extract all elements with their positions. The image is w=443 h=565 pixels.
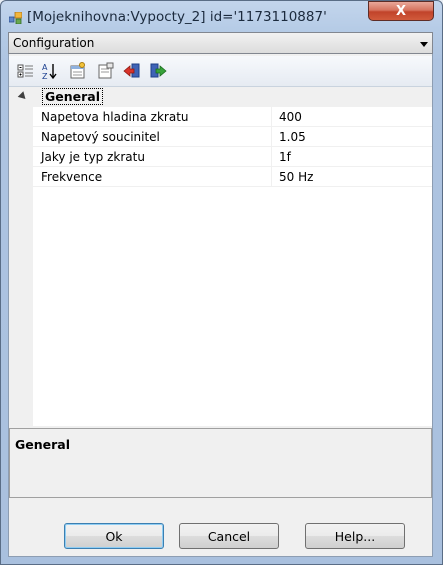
description-title: General — [15, 437, 70, 452]
category-label: General — [42, 88, 103, 105]
property-value-cell[interactable]: 1f — [272, 147, 432, 167]
property-value-cell[interactable]: 400 — [272, 107, 432, 127]
categorized-button[interactable] — [15, 61, 37, 81]
export-button[interactable] — [147, 61, 169, 81]
property-row[interactable]: Jaky je typ zkratu 1f — [9, 147, 432, 167]
cancel-button-label: Cancel — [207, 528, 251, 544]
property-value: 1f — [279, 150, 291, 164]
property-name-cell: Napetova hladina zkratu — [33, 107, 272, 127]
property-name: Frekvence — [41, 170, 103, 184]
chevron-down-icon — [420, 42, 428, 47]
property-pages-button[interactable] — [67, 61, 89, 81]
import-icon — [123, 63, 140, 78]
property-name-cell: Frekvence — [33, 167, 272, 187]
property-value: 400 — [279, 110, 302, 124]
help-button[interactable]: Help... — [305, 523, 405, 549]
close-icon: X — [395, 3, 407, 19]
collapse-triangle-icon[interactable] — [17, 91, 29, 102]
property-name: Napetový soucinitel — [41, 130, 160, 144]
svg-text:A: A — [42, 63, 48, 72]
object-selector-dropdown[interactable]: Configuration — [8, 32, 433, 54]
alphabetical-button[interactable]: A Z — [39, 61, 61, 81]
property-name: Napetova hladina zkratu — [41, 110, 189, 124]
property-row[interactable]: Napetový soucinitel 1.05 — [9, 127, 432, 147]
property-name: Jaky je typ zkratu — [41, 150, 145, 164]
cancel-button[interactable]: Cancel — [179, 523, 279, 549]
svg-text:Z: Z — [42, 72, 48, 80]
category-row-general[interactable]: General — [9, 87, 432, 107]
property-grid: General Napetova hladina zkratu 400 Nape… — [9, 86, 432, 426]
categorized-icon — [17, 64, 33, 78]
window-title: [Mojeknihovna:Vypocty_2] id='1173110887' — [27, 9, 327, 25]
alphabetical-sort-icon: A Z — [42, 63, 57, 80]
properties-button[interactable] — [95, 61, 117, 81]
property-toolbar: A Z — [9, 56, 432, 86]
help-button-label: Help... — [334, 528, 376, 544]
property-name-cell: Napetový soucinitel — [33, 127, 272, 147]
window-app-icon — [8, 11, 23, 25]
property-value: 1.05 — [279, 130, 306, 144]
close-button[interactable]: X — [368, 1, 434, 21]
description-panel: General — [9, 428, 432, 498]
ok-button[interactable]: Ok — [64, 523, 164, 549]
property-value-cell[interactable]: 1.05 — [272, 127, 432, 147]
export-icon — [150, 63, 167, 78]
object-selector-value: Configuration — [13, 36, 95, 50]
property-name-cell: Jaky je typ zkratu — [33, 147, 272, 167]
properties-icon — [98, 62, 114, 79]
ok-button-label: Ok — [105, 528, 123, 544]
title-bar[interactable]: [Mojeknihovna:Vypocty_2] id='1173110887'… — [1, 1, 442, 33]
property-value: 50 Hz — [279, 170, 314, 184]
property-pages-icon — [70, 62, 85, 79]
import-button[interactable] — [121, 61, 143, 81]
property-row[interactable]: Napetova hladina zkratu 400 — [9, 107, 432, 127]
property-row[interactable]: Frekvence 50 Hz — [9, 167, 432, 187]
property-value-cell[interactable]: 50 Hz — [272, 167, 432, 187]
